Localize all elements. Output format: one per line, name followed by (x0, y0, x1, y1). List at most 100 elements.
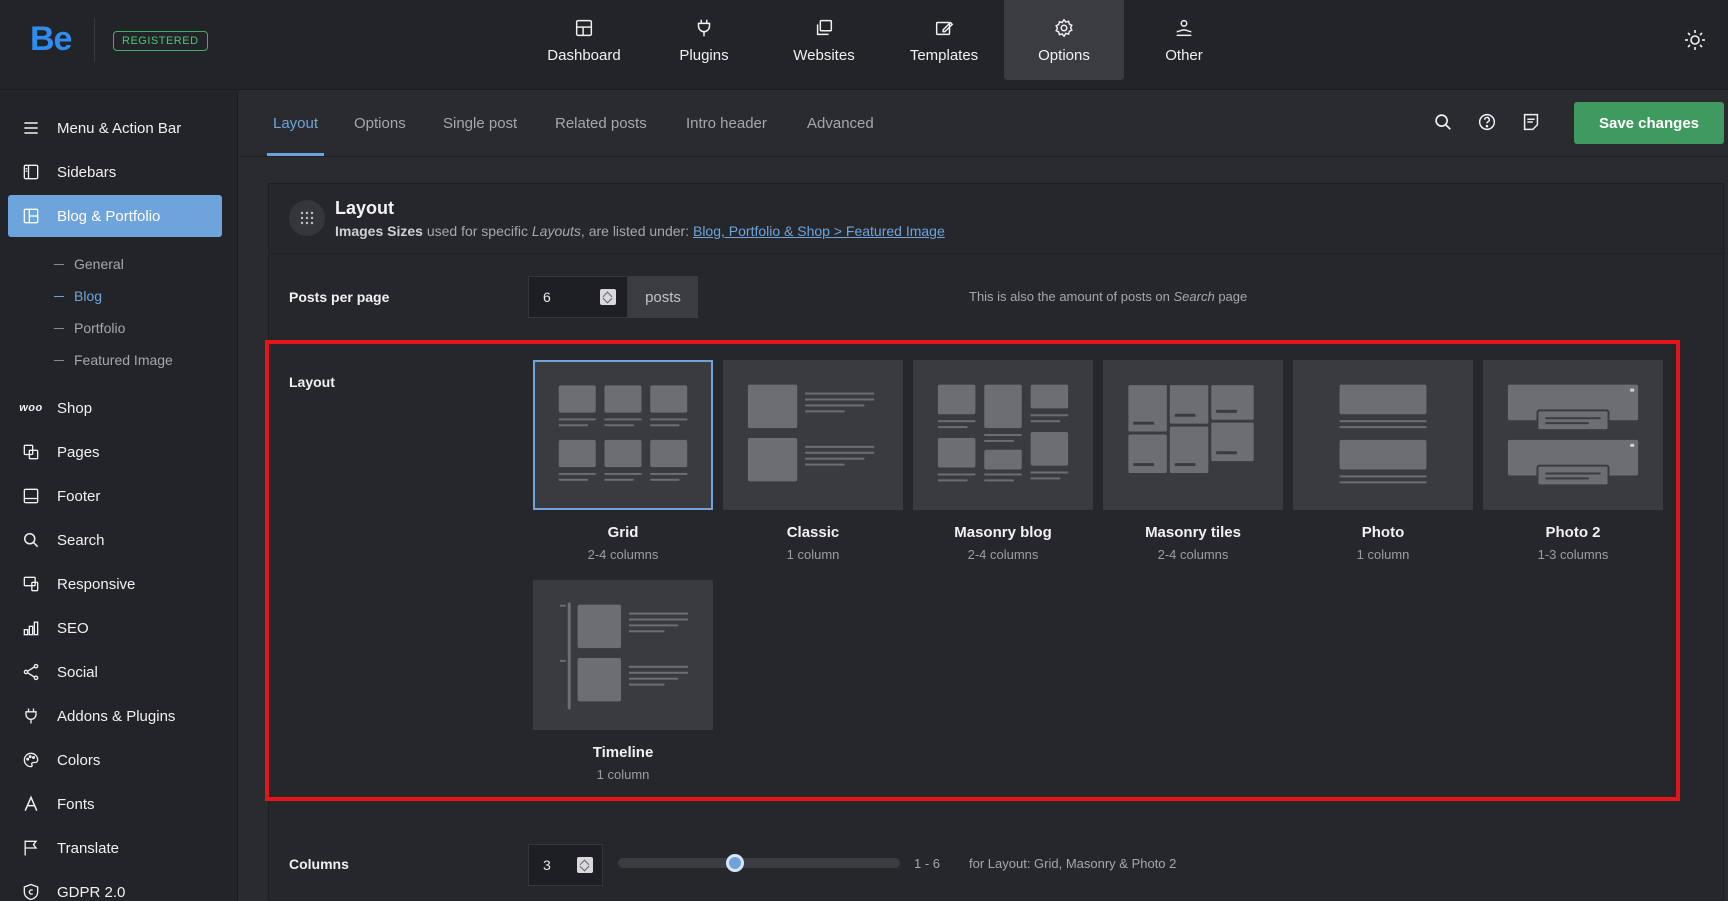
sidebar-item-label: Responsive (57, 575, 136, 593)
sidebar-subitem-general[interactable]: General (54, 256, 124, 272)
divider (94, 18, 95, 62)
posts-per-page-label: Posts per page (289, 289, 390, 305)
websites-icon (816, 19, 833, 35)
responsive-icon (23, 576, 39, 592)
sidebar-item-translate[interactable]: Translate (8, 827, 222, 869)
tab-single-post[interactable]: Single post (443, 115, 517, 132)
subitem-label: Featured Image (74, 352, 173, 368)
share-icon (23, 663, 39, 681)
columns-value: 3 (543, 857, 551, 873)
gdpr-icon (23, 883, 39, 901)
columns-label: Columns (289, 856, 349, 872)
sidebar-item-responsive[interactable]: Responsive (8, 563, 222, 605)
help-icon[interactable] (1476, 111, 1498, 133)
nav-dashboard[interactable]: Dashboard (524, 0, 644, 80)
logo[interactable]: Be (30, 20, 72, 59)
top-nav: Dashboard Plugins Websites Templates Opt… (524, 0, 1244, 80)
highlight-annotation (265, 340, 1680, 801)
sidebar-icon (23, 164, 39, 180)
save-button[interactable]: Save changes (1574, 102, 1724, 144)
sidebar-item-label: Social (57, 663, 98, 681)
tab-options[interactable]: Options (354, 115, 406, 132)
columns-input[interactable]: 3 (528, 844, 603, 886)
sidebar-item-label: Shop (57, 399, 93, 417)
sidebar-item-shop[interactable]: woo Shop (8, 387, 222, 429)
sidebar-subitem-portfolio[interactable]: Portfolio (54, 320, 125, 336)
active-tab-indicator (267, 153, 324, 156)
nav-templates[interactable]: Templates (884, 0, 1004, 80)
sidebar-item-colors[interactable]: Colors (8, 739, 222, 781)
nav-label: Templates (909, 46, 979, 64)
nav-label: Dashboard (547, 46, 621, 64)
nav-options[interactable]: Options (1004, 0, 1124, 80)
sidebar-item-footer[interactable]: Footer (8, 475, 222, 517)
sidebar-item-label: Colors (57, 751, 101, 769)
palette-icon (23, 752, 39, 768)
user-hand-icon (1176, 19, 1192, 36)
sidebar-subitem-blog[interactable]: Blog (54, 288, 102, 304)
sidebar-item-search[interactable]: Search (8, 519, 222, 561)
sidebar-item-sidebars[interactable]: Sidebars (8, 151, 222, 193)
nav-websites[interactable]: Websites (764, 0, 884, 80)
sidebar-item-seo[interactable]: SEO (8, 607, 222, 649)
columns-range: 1 - 6 (914, 856, 941, 871)
footer-icon (23, 488, 39, 504)
posts-per-page-value: 6 (543, 289, 551, 305)
sidebar-item-blog-portfolio[interactable]: Blog & Portfolio (8, 195, 222, 237)
panel-title: Layout (335, 198, 395, 218)
templates-icon (935, 20, 954, 35)
sidebar-item-label: Blog & Portfolio (57, 207, 161, 225)
layout-icon (23, 208, 39, 224)
stepper-icon[interactable] (600, 289, 616, 305)
woo-icon: woo (19, 402, 43, 414)
font-icon (24, 795, 38, 811)
stepper-icon[interactable] (577, 857, 593, 873)
sidebar-item-social[interactable]: Social (8, 651, 222, 693)
menu-icon (24, 122, 38, 134)
search-icon[interactable] (1432, 111, 1454, 133)
dashboard-icon (575, 19, 593, 36)
tab-advanced[interactable]: Advanced (807, 115, 874, 132)
grid-dots-icon (289, 200, 325, 236)
gear-icon (1055, 18, 1073, 38)
tab-related-posts[interactable]: Related posts (555, 115, 647, 132)
nav-label: Other (1165, 46, 1203, 64)
columns-slider[interactable] (618, 858, 900, 868)
top-bar: Be REGISTERED Dashboard Plugins Websites… (0, 0, 1728, 90)
registered-badge: REGISTERED (113, 31, 208, 51)
featured-image-link[interactable]: Blog, Portfolio & Shop > Featured Image (693, 223, 945, 239)
sidebar-item-label: Addons & Plugins (57, 707, 176, 725)
nav-plugins[interactable]: Plugins (644, 0, 764, 80)
plug-icon (25, 708, 37, 724)
nav-label: Plugins (679, 46, 729, 64)
sidebar-subitem-featured-image[interactable]: Featured Image (54, 352, 173, 368)
sun-icon[interactable] (1683, 28, 1707, 52)
nav-other[interactable]: Other (1124, 0, 1244, 80)
plug-icon (697, 19, 711, 36)
sidebar-item-label: Pages (57, 443, 100, 461)
sidebar-item-fonts[interactable]: Fonts (8, 783, 222, 825)
sidebar-item-label: GDPR 2.0 (57, 883, 126, 901)
sidebar-item-menu-action-bar[interactable]: Menu & Action Bar (8, 107, 222, 149)
notes-icon[interactable] (1520, 111, 1542, 133)
posts-per-page-input[interactable]: 6 (528, 276, 628, 318)
pages-icon (23, 444, 39, 460)
sidebar-item-addons-plugins[interactable]: Addons & Plugins (8, 695, 222, 737)
tab-layout[interactable]: Layout (273, 115, 318, 132)
sidebar-item-label: Fonts (57, 795, 95, 813)
sidebar-item-label: Translate (57, 839, 119, 857)
sidebar-item-label: Search (57, 531, 105, 549)
sidebar-item-label: Menu & Action Bar (57, 119, 182, 137)
tab-intro-header[interactable]: Intro header (686, 115, 767, 132)
sidebar-item-gdpr[interactable]: GDPR 2.0 (8, 871, 222, 901)
subitem-label: General (74, 256, 124, 272)
sub-tabs: Layout Options Single post Related posts… (239, 91, 1728, 157)
panel-header: Layout Images Sizes used for specific La… (269, 184, 1725, 254)
posts-suffix: posts (628, 276, 698, 318)
columns-note: for Layout: Grid, Masonry & Photo 2 (969, 856, 1177, 871)
seo-icon (23, 621, 39, 636)
sidebar-item-pages[interactable]: Pages (8, 431, 222, 473)
subitem-label: Portfolio (74, 320, 126, 336)
nav-label: Websites (793, 46, 855, 64)
nav-label: Options (1038, 46, 1090, 64)
